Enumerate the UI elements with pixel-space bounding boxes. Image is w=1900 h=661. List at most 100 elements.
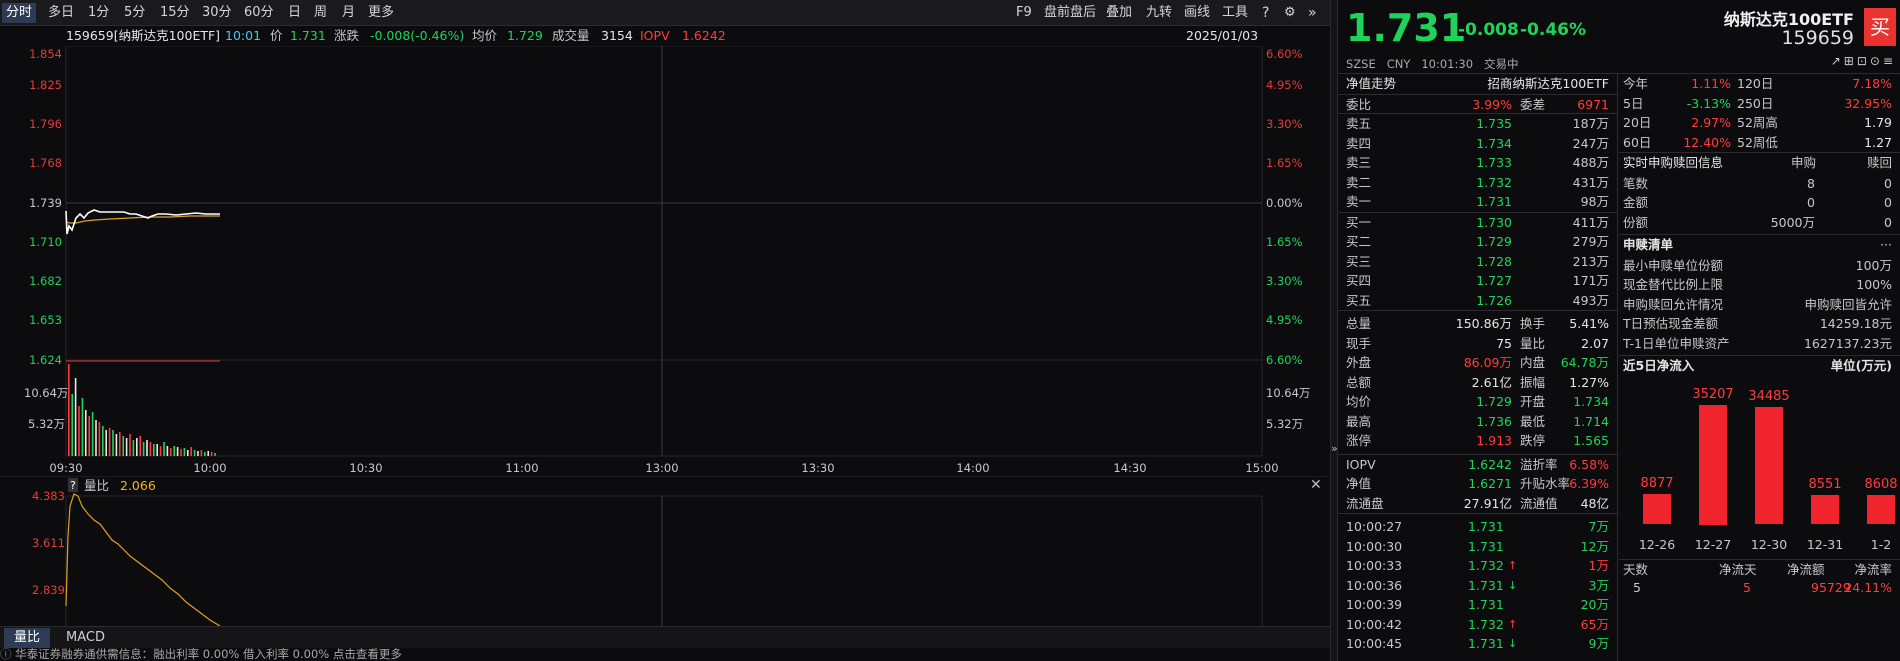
quote-panel: 1.731 -0.008 -0.46% 纳斯达克100ETF 159659 买 … (1338, 0, 1900, 661)
currency: CNY (1386, 57, 1411, 71)
price-value: 1.731 (290, 28, 326, 43)
more-icon[interactable]: ··· (1880, 235, 1892, 255)
ask-price: 1.731 (1476, 194, 1512, 209)
period-tab-60min[interactable]: 60分 (240, 3, 278, 23)
sg-row: 笔数 8 0 (1619, 174, 1900, 194)
stat-value: 86.09万 (1463, 355, 1512, 370)
overlay-button[interactable]: 叠加 (1102, 3, 1136, 23)
inflow-date-label: 12-27 (1694, 536, 1732, 552)
period-tab-day[interactable]: 日 (284, 3, 305, 23)
order-book-column: 净值走势 招商纳斯达克100ETF 委比 3.99% 委差 6971 卖五 1.7… (1338, 74, 1618, 661)
volume-ratio-chart[interactable]: ? 量比 2.066 ✕ 4.383 3.611 2.839 (0, 476, 1330, 626)
nav-label: IOPV (1346, 456, 1376, 472)
stat-label: 涨停 (1346, 433, 1372, 448)
net-inflow-chart: 8877 12-26 35207 12-27 34485 12-30 8551 12-31 86… (1619, 375, 1900, 559)
buy-button[interactable]: 买 (1864, 8, 1896, 46)
tick-time: 10:00:36 (1346, 577, 1403, 593)
status-bar[interactable]: ⓘ 华泰证券融券通供需信息：融出利率 0.00% 借入利率 0.00% 点击查看… (0, 648, 1330, 661)
bid-price: 1.726 (1476, 292, 1512, 308)
indicator-tabs: 量比 MACD (0, 626, 1330, 648)
price-axis-labels: 1.854 1.825 1.796 1.768 1.739 1.710 1.682 1.653… (29, 47, 62, 367)
sub-y-2: 3.611 (32, 536, 65, 550)
volume-bar (78, 406, 80, 456)
nav-trend-label: 净值走势 (1346, 76, 1397, 91)
collapse-panel-icon[interactable]: » (1331, 442, 1338, 455)
period-tab-5min[interactable]: 5分 (120, 3, 149, 23)
volume-bar (88, 416, 90, 456)
settings-gear-icon[interactable]: ⚙ (1280, 3, 1300, 23)
volume-bar (105, 430, 107, 456)
volume-bar (146, 440, 148, 456)
volume-bar (112, 430, 114, 456)
period-tab-month[interactable]: 月 (338, 3, 359, 23)
quote-time: 10:01:30 (1421, 57, 1474, 71)
tick-list[interactable]: 10:00:27 1.731 7万 10:00:30 1.731 12万 10:00:33 1… (1338, 513, 1617, 654)
period-tab-more[interactable]: 更多 (364, 3, 398, 23)
bid-level: 买三 1.728 213万 (1338, 252, 1617, 272)
volume-bar (207, 451, 209, 456)
nav-trend-row[interactable]: 净值走势 招商纳斯达克100ETF (1338, 74, 1617, 94)
creation-list-title: 申赎清单 (1623, 237, 1674, 252)
quote-action-icons[interactable]: ↗⊞⊡⊙≡ (1831, 54, 1896, 68)
period-toolbar: 分时 多日 1分 5分 15分 30分 60分 日 周 月 更多 F9 盘前盘后… (0, 0, 1330, 26)
sub-y-3: 2.839 (32, 583, 65, 597)
period-label: 52周高 (1737, 115, 1778, 130)
panel-divider[interactable] (1330, 0, 1338, 661)
volume-bar (153, 444, 155, 456)
creation-list-header[interactable]: 申赎清单 ··· (1619, 234, 1900, 254)
last-price: 1.731 (1346, 6, 1467, 50)
stat-label: 开盘 (1520, 394, 1546, 409)
f9-button[interactable]: F9 (1012, 3, 1036, 23)
period-tab-week[interactable]: 周 (310, 3, 331, 23)
expand-icon[interactable]: » (1304, 3, 1321, 23)
period-tab-multiday[interactable]: 多日 (44, 3, 78, 23)
ask-level: 卖四 1.734 247万 (1338, 134, 1617, 154)
help-icon[interactable]: ? (1258, 3, 1273, 23)
draw-line-button[interactable]: 画线 (1180, 3, 1214, 23)
volume-bar (166, 446, 169, 456)
inflow-bar-label: 34485 (1748, 388, 1790, 404)
period-tab-intraday[interactable]: 分时 (2, 3, 37, 23)
inflow-bar-label: 8877 (1640, 476, 1674, 492)
period-tab-15min[interactable]: 15分 (156, 3, 194, 23)
volume-bar (142, 442, 145, 456)
weibi-label: 委比 (1346, 96, 1372, 112)
volume-bar (91, 412, 94, 456)
vol-axis-right-2: 5.32万 (1266, 417, 1303, 431)
list-value: 100万 (1855, 257, 1892, 273)
percent-tick: 1.65% (1266, 235, 1303, 249)
stat-value: 1.913 (1476, 433, 1512, 448)
intraday-chart[interactable]: 1.854 1.825 1.796 1.768 1.739 1.710 1.682 1.653… (0, 46, 1330, 476)
stat-value: 1.736 (1476, 413, 1512, 429)
price-tick: 1.739 (29, 196, 62, 210)
volume-label: 成交量 (552, 28, 590, 43)
period-tab-1min[interactable]: 1分 (84, 3, 113, 23)
volume-bar (85, 410, 87, 456)
time-tick: 09:30 (49, 461, 82, 475)
tools-button[interactable]: 工具 (1218, 3, 1252, 23)
price-tick: 1.710 (29, 235, 62, 249)
stat-value: 5.41% (1569, 316, 1609, 331)
tab-macd[interactable]: MACD (56, 628, 115, 648)
ask-level: 卖三 1.733 488万 (1338, 153, 1617, 173)
period-return: 32.95% (1844, 95, 1892, 111)
time-tick: 14:30 (1113, 461, 1146, 475)
tab-volume-ratio[interactable]: 量比 (4, 628, 51, 648)
list-value: 100% (1856, 277, 1892, 292)
nav-row: 流通盘 27.91亿 流通值 48亿 (1338, 494, 1617, 514)
stat-value: 2.61亿 (1471, 374, 1512, 390)
period-tab-30min[interactable]: 30分 (198, 3, 236, 23)
bid-price: 1.728 (1476, 253, 1512, 269)
close-icon[interactable]: ✕ (1310, 477, 1322, 493)
tick-time: 10:00:45 (1346, 636, 1403, 651)
pre-post-market-button[interactable]: 盘前盘后 (1040, 3, 1100, 23)
period-return: 7.18% (1852, 76, 1892, 91)
inflow-date-label: 12-31 (1806, 536, 1844, 552)
sg-row: 金额 0 0 (1619, 193, 1900, 213)
nine-turn-button[interactable]: 九转 (1142, 3, 1176, 23)
volume-bar (214, 453, 216, 456)
volume-bar (139, 436, 141, 456)
nav-label: 升贴水率 (1520, 476, 1571, 491)
stat-value: 1.714 (1573, 413, 1609, 429)
volume-bar (119, 432, 121, 456)
